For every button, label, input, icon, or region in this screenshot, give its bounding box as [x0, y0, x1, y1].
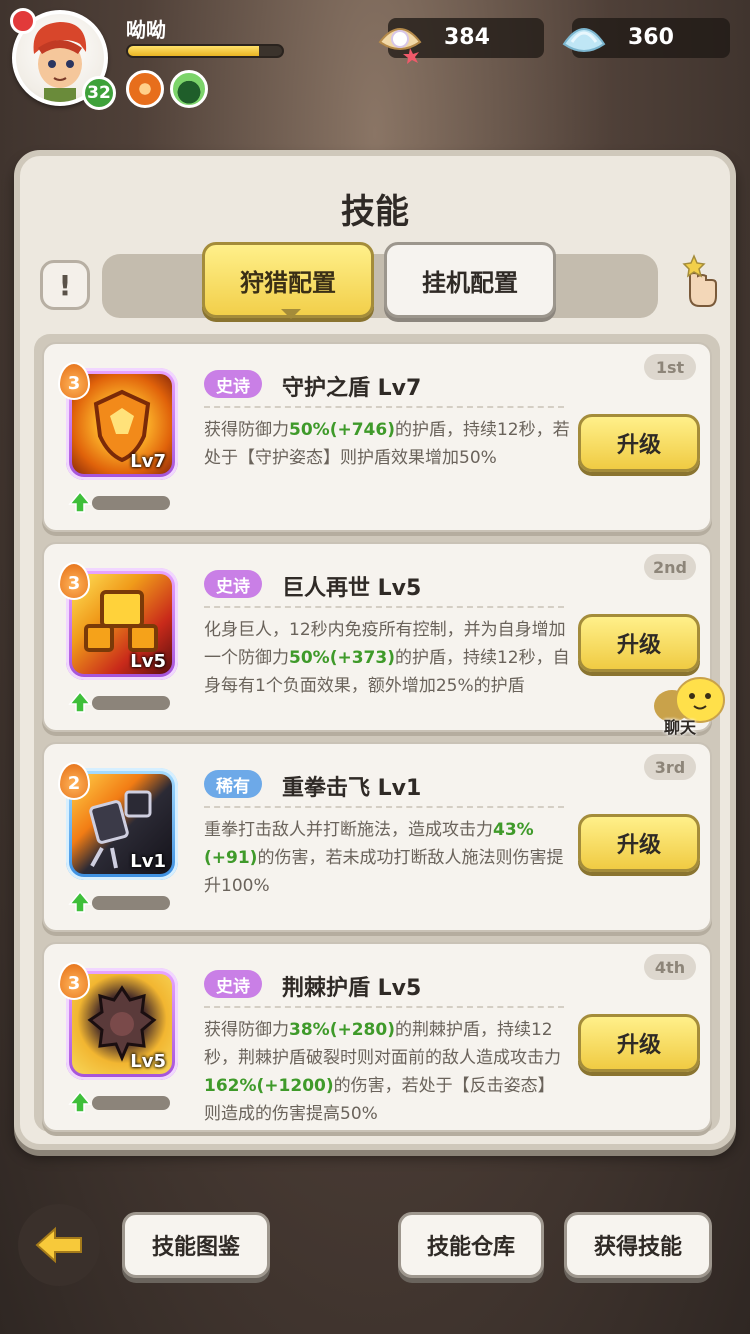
rarity-tag: 史诗 — [204, 970, 262, 998]
divider — [204, 406, 564, 408]
crystal-shell-icon — [562, 28, 606, 52]
desc-highlight: 38%(+280) — [289, 1020, 395, 1040]
tab-track — [102, 254, 658, 318]
level-up-arrow-icon — [68, 690, 92, 713]
skill-progress-bar — [92, 496, 170, 510]
avatar-badge-icon — [10, 8, 36, 34]
player-level-badge: 32 — [82, 76, 116, 110]
rarity-tag: 史诗 — [204, 370, 262, 398]
desc-text: 重拳打击敌人并打断施法，造成攻击力 — [204, 820, 493, 840]
obtain-skill-button[interactable]: 获得技能 — [564, 1212, 712, 1278]
desc-text: 的伤害，若未成功打断敌人施法则伤害提升100% — [204, 848, 564, 896]
desc-highlight: 50%(+373) — [289, 648, 395, 668]
shell-counter[interactable]: 360 — [562, 18, 730, 58]
hand-pointer-icon[interactable] — [670, 252, 720, 312]
skill-level-tag: Lv5 — [130, 1051, 166, 1072]
skill-name: 荆棘护盾 Lv5 — [282, 976, 422, 1001]
pearl-shell-icon — [378, 28, 422, 64]
skill-card[interactable]: 3rd Lv1 2 稀有 重拳击飞 Lv1 重拳打击敌人并打断施法，造成攻击力4… — [42, 742, 712, 932]
rarity-tag: 稀有 — [204, 770, 262, 798]
rank-badge: 1st — [644, 354, 696, 380]
upgrade-button[interactable]: 升级 — [578, 414, 700, 472]
tab-idle-config[interactable]: 挂机配置 — [384, 242, 556, 318]
level-up-arrow-icon — [68, 890, 92, 913]
skill-panel: 技能 ! 狩猎配置 挂机配置 1st Lv7 3 史诗 守护之盾 Lv7 获得防… — [14, 150, 736, 1150]
chat-button[interactable]: 聊天 — [650, 676, 730, 737]
divider — [204, 806, 564, 808]
back-button[interactable] — [18, 1204, 100, 1286]
back-arrow-icon — [35, 1226, 82, 1264]
skill-level-tag: Lv5 — [130, 651, 166, 672]
skill-codex-button[interactable]: 技能图鉴 — [122, 1212, 270, 1278]
help-button[interactable]: ! — [40, 260, 90, 310]
shell-count: 360 — [628, 25, 674, 50]
skill-name: 重拳击飞 Lv1 — [282, 776, 422, 801]
rank-badge: 2nd — [644, 554, 696, 580]
skill-card[interactable]: 2nd Lv5 3 史诗 巨人再世 Lv5 化身巨人，12秒内免疫所有控制，并为… — [42, 542, 712, 732]
skill-description: 化身巨人，12秒内免疫所有控制，并为自身增加一个防御力50%(+373)的护盾，… — [204, 616, 570, 700]
skill-description: 重拳打击敌人并打断施法，造成攻击力43%(+91)的伤害，若未成功打断敌人施法则… — [204, 816, 570, 900]
chat-label: 聊天 — [664, 718, 697, 737]
buff-fire-icon[interactable] — [126, 70, 164, 108]
desc-highlight: 50%(+746) — [289, 420, 395, 440]
star-count-badge: 3 — [58, 962, 90, 1000]
star-count-badge: 3 — [58, 562, 90, 600]
pearl-count: 384 — [444, 25, 490, 50]
upgrade-button[interactable]: 升级 — [578, 1014, 700, 1072]
skill-card[interactable]: 4th Lv5 3 史诗 荆棘护盾 Lv5 获得防御力38%(+280)的荆棘护… — [42, 942, 712, 1132]
divider — [204, 1006, 564, 1008]
skill-description: 获得防御力50%(+746)的护盾，持续12秒，若处于【守护姿态】则护盾效果增加… — [204, 416, 570, 472]
skill-progress-bar — [92, 696, 170, 710]
desc-text: 获得防御力 — [204, 420, 289, 440]
exp-bar-fill — [128, 46, 259, 56]
desc-highlight: 162%(+1200) — [204, 1076, 334, 1096]
skill-progress-bar — [92, 896, 170, 910]
exp-bar — [126, 44, 284, 58]
level-up-arrow-icon — [68, 1090, 92, 1113]
level-up-arrow-icon — [68, 490, 92, 513]
rarity-tag: 史诗 — [204, 570, 262, 598]
divider — [204, 606, 564, 608]
skill-description: 获得防御力38%(+280)的荆棘护盾，持续12秒，荆棘护盾破裂时则对面前的敌人… — [204, 1016, 570, 1128]
star-count-badge: 2 — [58, 762, 90, 800]
skill-card[interactable]: 1st Lv7 3 史诗 守护之盾 Lv7 获得防御力50%(+746)的护盾，… — [42, 342, 712, 532]
skill-name: 守护之盾 Lv7 — [282, 376, 422, 401]
skill-name: 巨人再世 Lv5 — [282, 576, 422, 601]
skill-level-tag: Lv7 — [130, 451, 166, 472]
pearl-counter[interactable]: 384 — [378, 18, 544, 64]
rank-badge: 3rd — [644, 754, 696, 780]
player-avatar[interactable]: 32 — [10, 8, 116, 110]
upgrade-button[interactable]: 升级 — [578, 614, 700, 672]
player-name: 呦呦 — [126, 18, 166, 42]
tab-hunt-config[interactable]: 狩猎配置 — [202, 242, 374, 319]
skill-level-tag: Lv1 — [130, 851, 166, 872]
skill-progress-bar — [92, 1096, 170, 1110]
panel-title: 技能 — [341, 192, 409, 232]
skill-list[interactable]: 1st Lv7 3 史诗 守护之盾 Lv7 获得防御力50%(+746)的护盾，… — [34, 334, 720, 1132]
star-count-badge: 3 — [58, 362, 90, 400]
desc-text: 获得防御力 — [204, 1020, 289, 1040]
buff-orb-icon[interactable] — [170, 70, 208, 108]
upgrade-button[interactable]: 升级 — [578, 814, 700, 872]
rank-badge: 4th — [644, 954, 696, 980]
skill-warehouse-button[interactable]: 技能仓库 — [398, 1212, 544, 1278]
